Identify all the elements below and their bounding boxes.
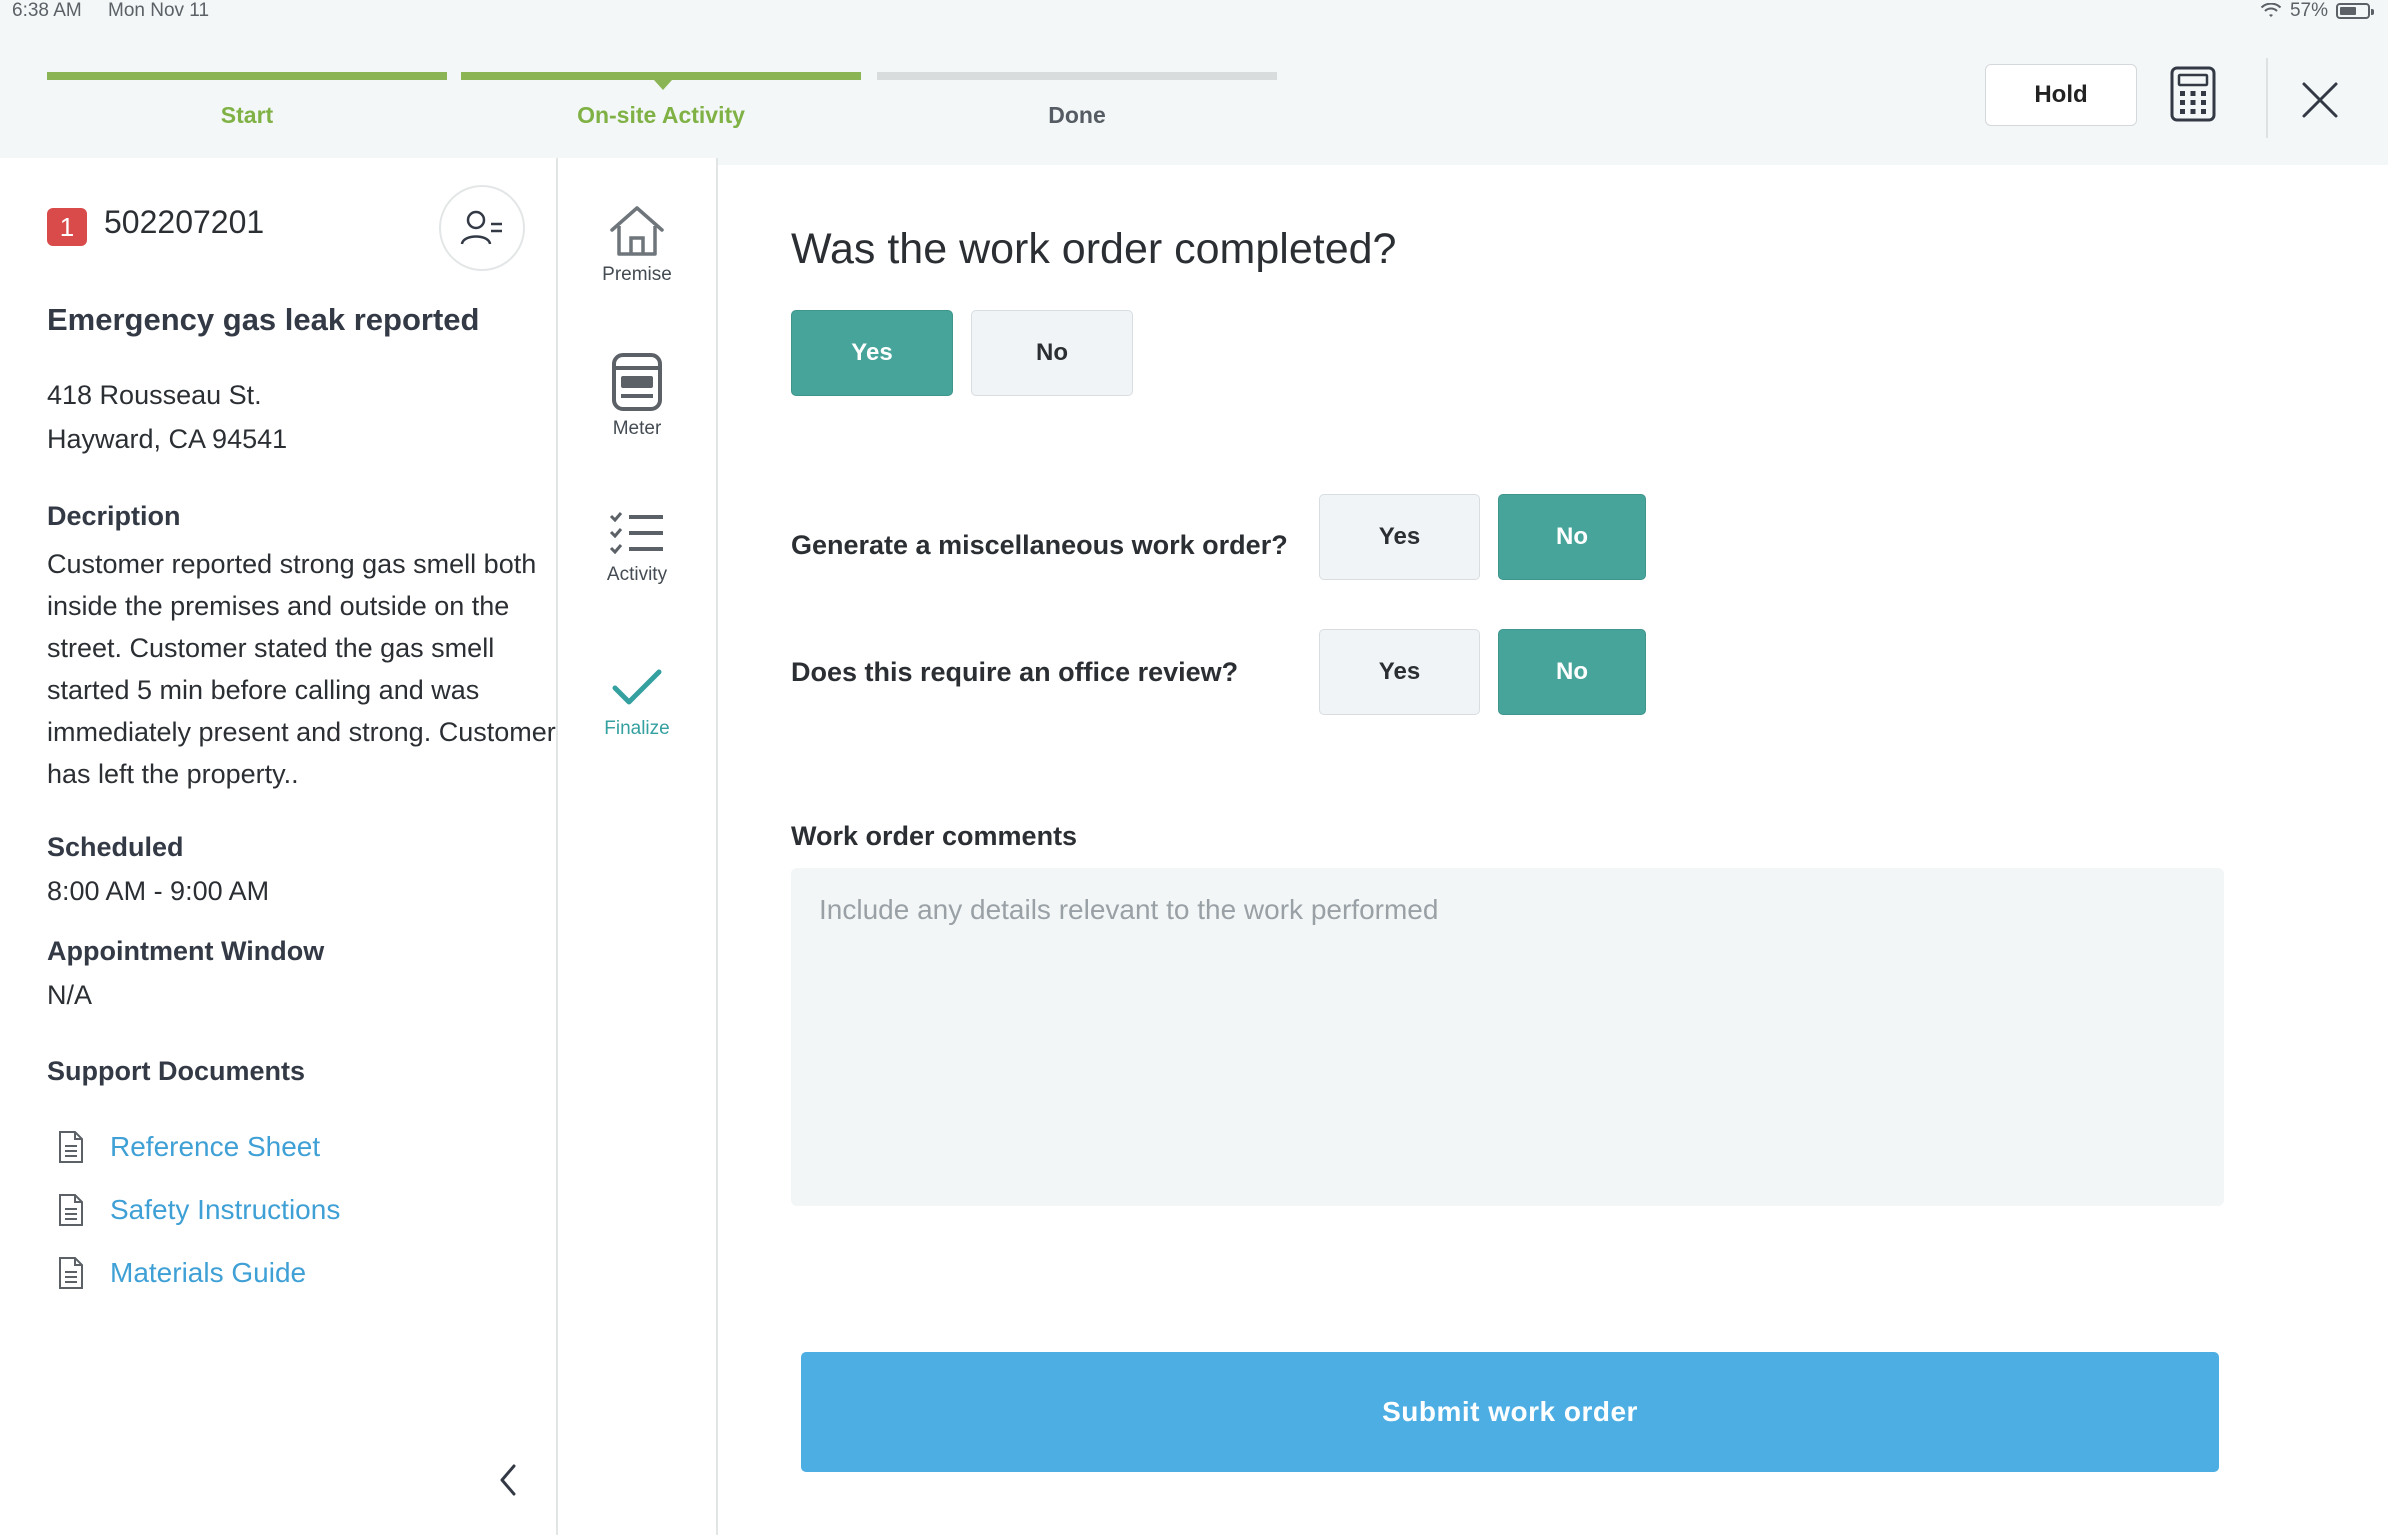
scheduled-value: 8:00 AM - 9:00 AM [47,876,270,906]
nav-item-meter[interactable]: Meter [558,352,716,440]
document-link-label[interactable]: Materials Guide [110,1257,306,1289]
step-start: Start [47,72,447,129]
document-link-reference-sheet[interactable]: Reference Sheet [56,1130,320,1164]
nav-item-label: Finalize [604,718,670,739]
step-bar [47,72,447,80]
misc-yes-button[interactable]: Yes [1319,494,1480,580]
step-bar [461,72,861,80]
document-icon [59,1257,83,1289]
document-link-label[interactable]: Reference Sheet [110,1131,320,1163]
status-date: Mon Nov 11 [108,0,210,21]
work-order-address: 418 Rousseau St. Hayward, CA 94541 [47,373,287,461]
nav-item-activity[interactable]: Activity [558,510,716,586]
review-no-button[interactable]: No [1498,629,1646,715]
status-time: 6:38 AM [12,0,82,21]
nav-item-label: Activity [606,564,668,585]
user-list-icon [460,210,502,245]
document-link-label[interactable]: Safety Instructions [110,1194,340,1226]
section-nav: Premise Meter Activity Finalize [558,158,718,1535]
meter-icon [612,353,662,411]
wifi-icon [2260,3,2282,17]
nav-item-premise[interactable]: Premise [558,204,716,286]
step-onsite-activity: On-site Activity [461,72,861,129]
document-link-materials-guide[interactable]: Materials Guide [56,1256,306,1290]
finalize-form: Was the work order completed? Yes No Gen… [718,165,2388,1535]
address-line-2: Hayward, CA 94541 [47,424,288,454]
appointment-window-value: N/A [47,980,93,1010]
description-label: Decription [47,501,181,531]
comments-textarea[interactable] [791,868,2224,1206]
hold-button[interactable]: Hold [1985,64,2137,126]
nav-item-label: Premise [602,264,672,285]
misc-no-button[interactable]: No [1498,494,1646,580]
house-icon [610,206,664,256]
submit-work-order-button[interactable]: Submit work order [801,1352,2219,1472]
battery-percent: 57% [2289,0,2328,21]
comments-label: Work order comments [791,821,1078,851]
header-divider [2266,58,2268,138]
priority-badge: 1 [47,208,87,246]
document-icon [59,1131,83,1163]
status-bar: 6:38 AM Mon Nov 11 57% [0,0,2388,30]
work-order-details-panel: 1 502207201 Emergency gas leak reported … [0,158,558,1535]
work-order-title: Emergency gas leak reported [47,302,480,337]
step-label: On-site Activity [577,102,745,128]
completed-yes-button[interactable]: Yes [791,310,953,396]
chevron-left-icon[interactable] [494,1460,524,1500]
office-review-question: Does this require an office review? [791,657,1239,687]
document-link-safety-instructions[interactable]: Safety Instructions [56,1193,340,1227]
work-order-number: 502207201 [104,204,265,240]
address-line-1: 418 Rousseau St. [47,380,262,410]
status-right: 57% [2260,0,2374,22]
checklist-icon [609,512,663,555]
document-icon [59,1194,83,1226]
step-label: Start [220,102,274,128]
close-icon[interactable] [2300,80,2340,120]
step-label: Done [1048,102,1106,128]
battery-icon [2336,3,2374,19]
misc-work-order-question: Generate a miscellaneous work order? [791,530,1288,560]
current-step-indicator [654,80,672,90]
step-done: Done [877,72,1277,129]
scheduled-label: Scheduled [47,832,184,862]
appointment-window-label: Appointment Window [47,936,325,966]
review-yes-button[interactable]: Yes [1319,629,1480,715]
check-icon [612,669,662,705]
nav-item-finalize[interactable]: Finalize [558,664,716,740]
completed-no-button[interactable]: No [971,310,1133,396]
calculator-icon[interactable] [2170,66,2216,122]
completed-question: Was the work order completed? [791,225,1397,273]
description-text: Customer reported strong gas smell both … [47,549,556,789]
assign-user-button[interactable] [439,185,525,271]
nav-item-label: Meter [612,418,662,439]
support-documents-label: Support Documents [47,1056,306,1086]
step-bar [877,72,1277,80]
